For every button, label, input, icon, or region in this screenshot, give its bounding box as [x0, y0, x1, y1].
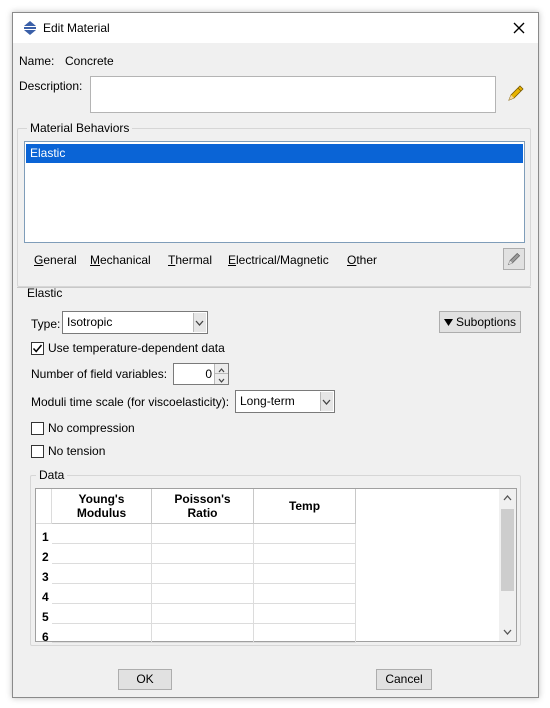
chevron-down-icon: [195, 320, 204, 326]
no-tension-label: No tension: [48, 444, 106, 458]
moduli-value: Long-term: [240, 394, 295, 408]
use-temp-checkbox[interactable]: [31, 342, 44, 355]
behavior-item-elastic[interactable]: Elastic: [26, 144, 523, 163]
table-cell[interactable]: [254, 584, 356, 604]
table-cell[interactable]: [152, 584, 254, 604]
menu-other[interactable]: Other: [347, 253, 377, 267]
name-label: Name:: [19, 54, 55, 68]
chevron-down-icon[interactable]: [499, 625, 516, 639]
checkmark-icon: [32, 344, 43, 353]
spinner-down-button[interactable]: [214, 374, 228, 384]
column-header-youngs-modulus[interactable]: Young's Modulus: [52, 489, 152, 524]
menu-mechanical[interactable]: Mechanical: [90, 253, 151, 267]
menu-general-mnemonic: G: [34, 253, 44, 267]
column-header-line1: Poisson's: [174, 492, 231, 506]
table-scrollbar[interactable]: [499, 489, 516, 641]
table-cell[interactable]: [52, 544, 152, 564]
table-cell[interactable]: [152, 524, 254, 544]
type-dropdown-arrow[interactable]: [193, 313, 206, 332]
menu-mechanical-mnemonic: M: [90, 253, 100, 267]
table-cell[interactable]: [52, 564, 152, 584]
moduli-dropdown-arrow[interactable]: [320, 392, 333, 411]
type-label: Type:: [31, 317, 61, 331]
edit-material-dialog: Edit Material Name: Concrete Description…: [12, 12, 539, 698]
column-header-poissons-ratio[interactable]: Poisson's Ratio: [152, 489, 254, 524]
close-button[interactable]: [508, 17, 530, 39]
menu-other-label: ther: [356, 253, 378, 267]
table-corner: [36, 489, 52, 524]
behaviors-list[interactable]: Elastic: [24, 141, 525, 243]
pencil-icon: [507, 252, 521, 266]
description-input[interactable]: [90, 76, 496, 113]
column-header-line2: Ratio: [187, 506, 218, 520]
table-cell[interactable]: [254, 524, 356, 544]
triangle-down-icon: [443, 318, 453, 326]
moduli-combobox[interactable]: Long-term: [235, 390, 335, 413]
data-group-title: Data: [36, 468, 68, 482]
ok-button[interactable]: OK: [118, 669, 172, 690]
menu-electrical-label: lectrical/Magnetic: [236, 253, 329, 267]
no-compression-checkbox[interactable]: [31, 422, 44, 435]
column-header-line2: Modulus: [76, 506, 127, 520]
row-header: 5: [42, 610, 49, 624]
elastic-section-title: Elastic: [27, 286, 63, 300]
row-header: 1: [42, 530, 49, 544]
abaqus-app-icon: [24, 21, 36, 35]
suboptions-button[interactable]: Suboptions: [439, 311, 521, 333]
moduli-label: Moduli time scale (for viscoelasticity):: [31, 395, 230, 409]
name-value: Concrete: [65, 54, 114, 68]
spinner-up-button[interactable]: [214, 364, 228, 374]
type-value: Isotropic: [67, 315, 113, 329]
row-header: 3: [42, 570, 49, 584]
pencil-icon[interactable]: [506, 83, 526, 103]
menu-edit-button[interactable]: [503, 248, 525, 270]
table-cell[interactable]: [152, 604, 254, 624]
table-cell[interactable]: [52, 624, 152, 643]
table-cell[interactable]: [254, 564, 356, 584]
table-cell[interactable]: [254, 624, 356, 643]
chevron-up-icon[interactable]: [499, 491, 516, 505]
field-vars-value: 0: [205, 367, 212, 381]
suboptions-label: Suboptions: [455, 315, 517, 329]
chevron-down-icon: [322, 399, 331, 405]
table-cell[interactable]: [52, 604, 152, 624]
row-header: 2: [42, 550, 49, 564]
table-cell[interactable]: [152, 624, 254, 643]
menu-thermal[interactable]: Thermal: [168, 253, 212, 267]
no-tension-checkbox[interactable]: [31, 445, 44, 458]
material-behaviors-title: Material Behaviors: [27, 121, 133, 135]
row-header: 6: [42, 630, 49, 643]
description-label: Description:: [19, 79, 83, 93]
cancel-button[interactable]: Cancel: [376, 669, 432, 690]
column-header-line1: Young's: [78, 492, 125, 506]
type-combobox[interactable]: Isotropic: [62, 311, 208, 334]
chevron-down-icon: [218, 378, 225, 383]
column-header-temp[interactable]: Temp: [254, 489, 356, 524]
menu-electrical-mnemonic: E: [228, 253, 237, 267]
use-temp-label: Use temperature-dependent data: [48, 341, 225, 355]
title-bar: Edit Material: [13, 13, 538, 43]
close-icon: [513, 22, 525, 34]
no-compression-label: No compression: [48, 421, 135, 435]
row-header: 4: [42, 590, 49, 604]
table-cell[interactable]: [52, 524, 152, 544]
menu-thermal-label: hermal: [175, 253, 213, 267]
window-title: Edit Material: [43, 21, 110, 35]
menu-other-mnemonic: O: [347, 253, 357, 267]
field-vars-label: Number of field variables:: [31, 367, 168, 381]
scrollbar-thumb[interactable]: [501, 509, 514, 591]
menu-electrical-magnetic[interactable]: Electrical/Magnetic: [228, 253, 329, 267]
section-divider: [17, 287, 531, 288]
menu-general-label: eneral: [43, 253, 77, 267]
menu-general[interactable]: General: [34, 253, 77, 267]
data-table[interactable]: Young's Modulus Poisson's Ratio Temp 1 2 3…: [35, 488, 517, 643]
column-header-line1: Temp: [288, 499, 321, 513]
table-cell[interactable]: [152, 544, 254, 564]
table-cell[interactable]: [254, 604, 356, 624]
table-cell[interactable]: [52, 584, 152, 604]
field-vars-spinner[interactable]: 0: [173, 363, 229, 385]
table-cell[interactable]: [254, 544, 356, 564]
table-cell[interactable]: [152, 564, 254, 584]
menu-mechanical-label: echanical: [100, 253, 151, 267]
